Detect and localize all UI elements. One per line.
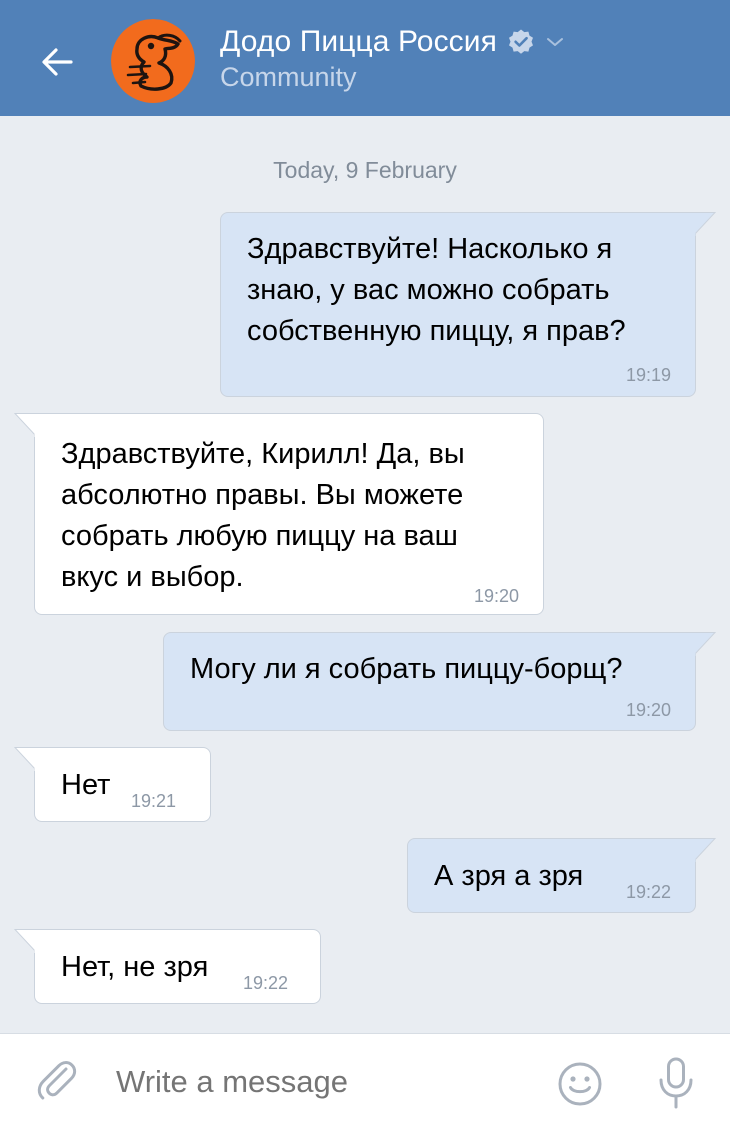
attach-icon (37, 1061, 77, 1100)
back-arrow-icon (42, 48, 73, 76)
message-text-line: Здравствуйте, Кирилл! Да, вы (61, 438, 465, 470)
bubble-tail (14, 747, 36, 771)
bubble-tail (694, 838, 716, 862)
message-time: 19:22 (243, 973, 289, 993)
dodo-logo-icon (111, 19, 195, 103)
message-time: 19:19 (625, 365, 671, 385)
bubble-tail (14, 413, 36, 437)
message-outgoing[interactable]: Здравствуйте! Насколько я знаю, у вас мо… (220, 212, 696, 397)
avatar[interactable] (111, 19, 195, 103)
message-text-line: Здравствуйте! Насколько я (247, 233, 613, 265)
message-time: 19:20 (473, 586, 519, 606)
message-incoming[interactable]: Нет 19:21 (34, 747, 211, 822)
chevron-down-icon (547, 38, 563, 46)
emoji-icon (558, 1062, 602, 1106)
message-incoming[interactable]: Нет, не зря 19:22 (34, 929, 321, 1004)
bubble-tail (694, 632, 716, 656)
message-text-line: Нет, не зря (61, 951, 209, 983)
message-text-line: собрать любую пиццу на ваш (61, 520, 458, 552)
page-title: Додо Пицца Россия (220, 25, 497, 58)
message-text-line: Нет (61, 769, 111, 801)
message-time: 19:20 (625, 700, 671, 720)
message-input[interactable] (106, 1048, 536, 1116)
message-outgoing[interactable]: А зря а зря 19:22 (407, 838, 696, 913)
date-separator: Today, 9 February (273, 157, 457, 183)
message-text-line: абсолютно правы. Вы можете (61, 479, 464, 511)
message-time: 19:22 (625, 882, 671, 902)
message-text-line: Могу ли я собрать пиццу-борщ? (190, 653, 623, 685)
community-subtitle: Community (220, 62, 357, 92)
title-row[interactable]: Додо Пицца Россия (220, 24, 565, 60)
message-input-bar (0, 1033, 730, 1131)
emoji-button[interactable] (552, 1056, 608, 1112)
message-text-line: собственную пиццу, я прав? (247, 315, 626, 347)
voice-message-button[interactable] (648, 1052, 704, 1114)
message-incoming[interactable]: Здравствуйте, Кирилл! Да, вы абсолютно п… (34, 413, 544, 615)
message-text-line: вкус и выбор. (61, 561, 244, 593)
attach-button[interactable] (28, 1052, 88, 1112)
chat-header: Додо Пицца Россия Community (0, 0, 730, 116)
message-outgoing[interactable]: Могу ли я собрать пиццу-борщ? 19:20 (163, 632, 696, 731)
message-time: 19:21 (131, 791, 177, 811)
back-button[interactable] (30, 35, 84, 89)
message-text-line: А зря а зря (434, 860, 584, 892)
microphone-icon (659, 1057, 693, 1109)
bubble-tail (14, 929, 36, 953)
bubble-tail (694, 212, 716, 236)
verified-icon (509, 29, 533, 54)
message-text-line: знаю, у вас можно собрать (247, 274, 610, 306)
